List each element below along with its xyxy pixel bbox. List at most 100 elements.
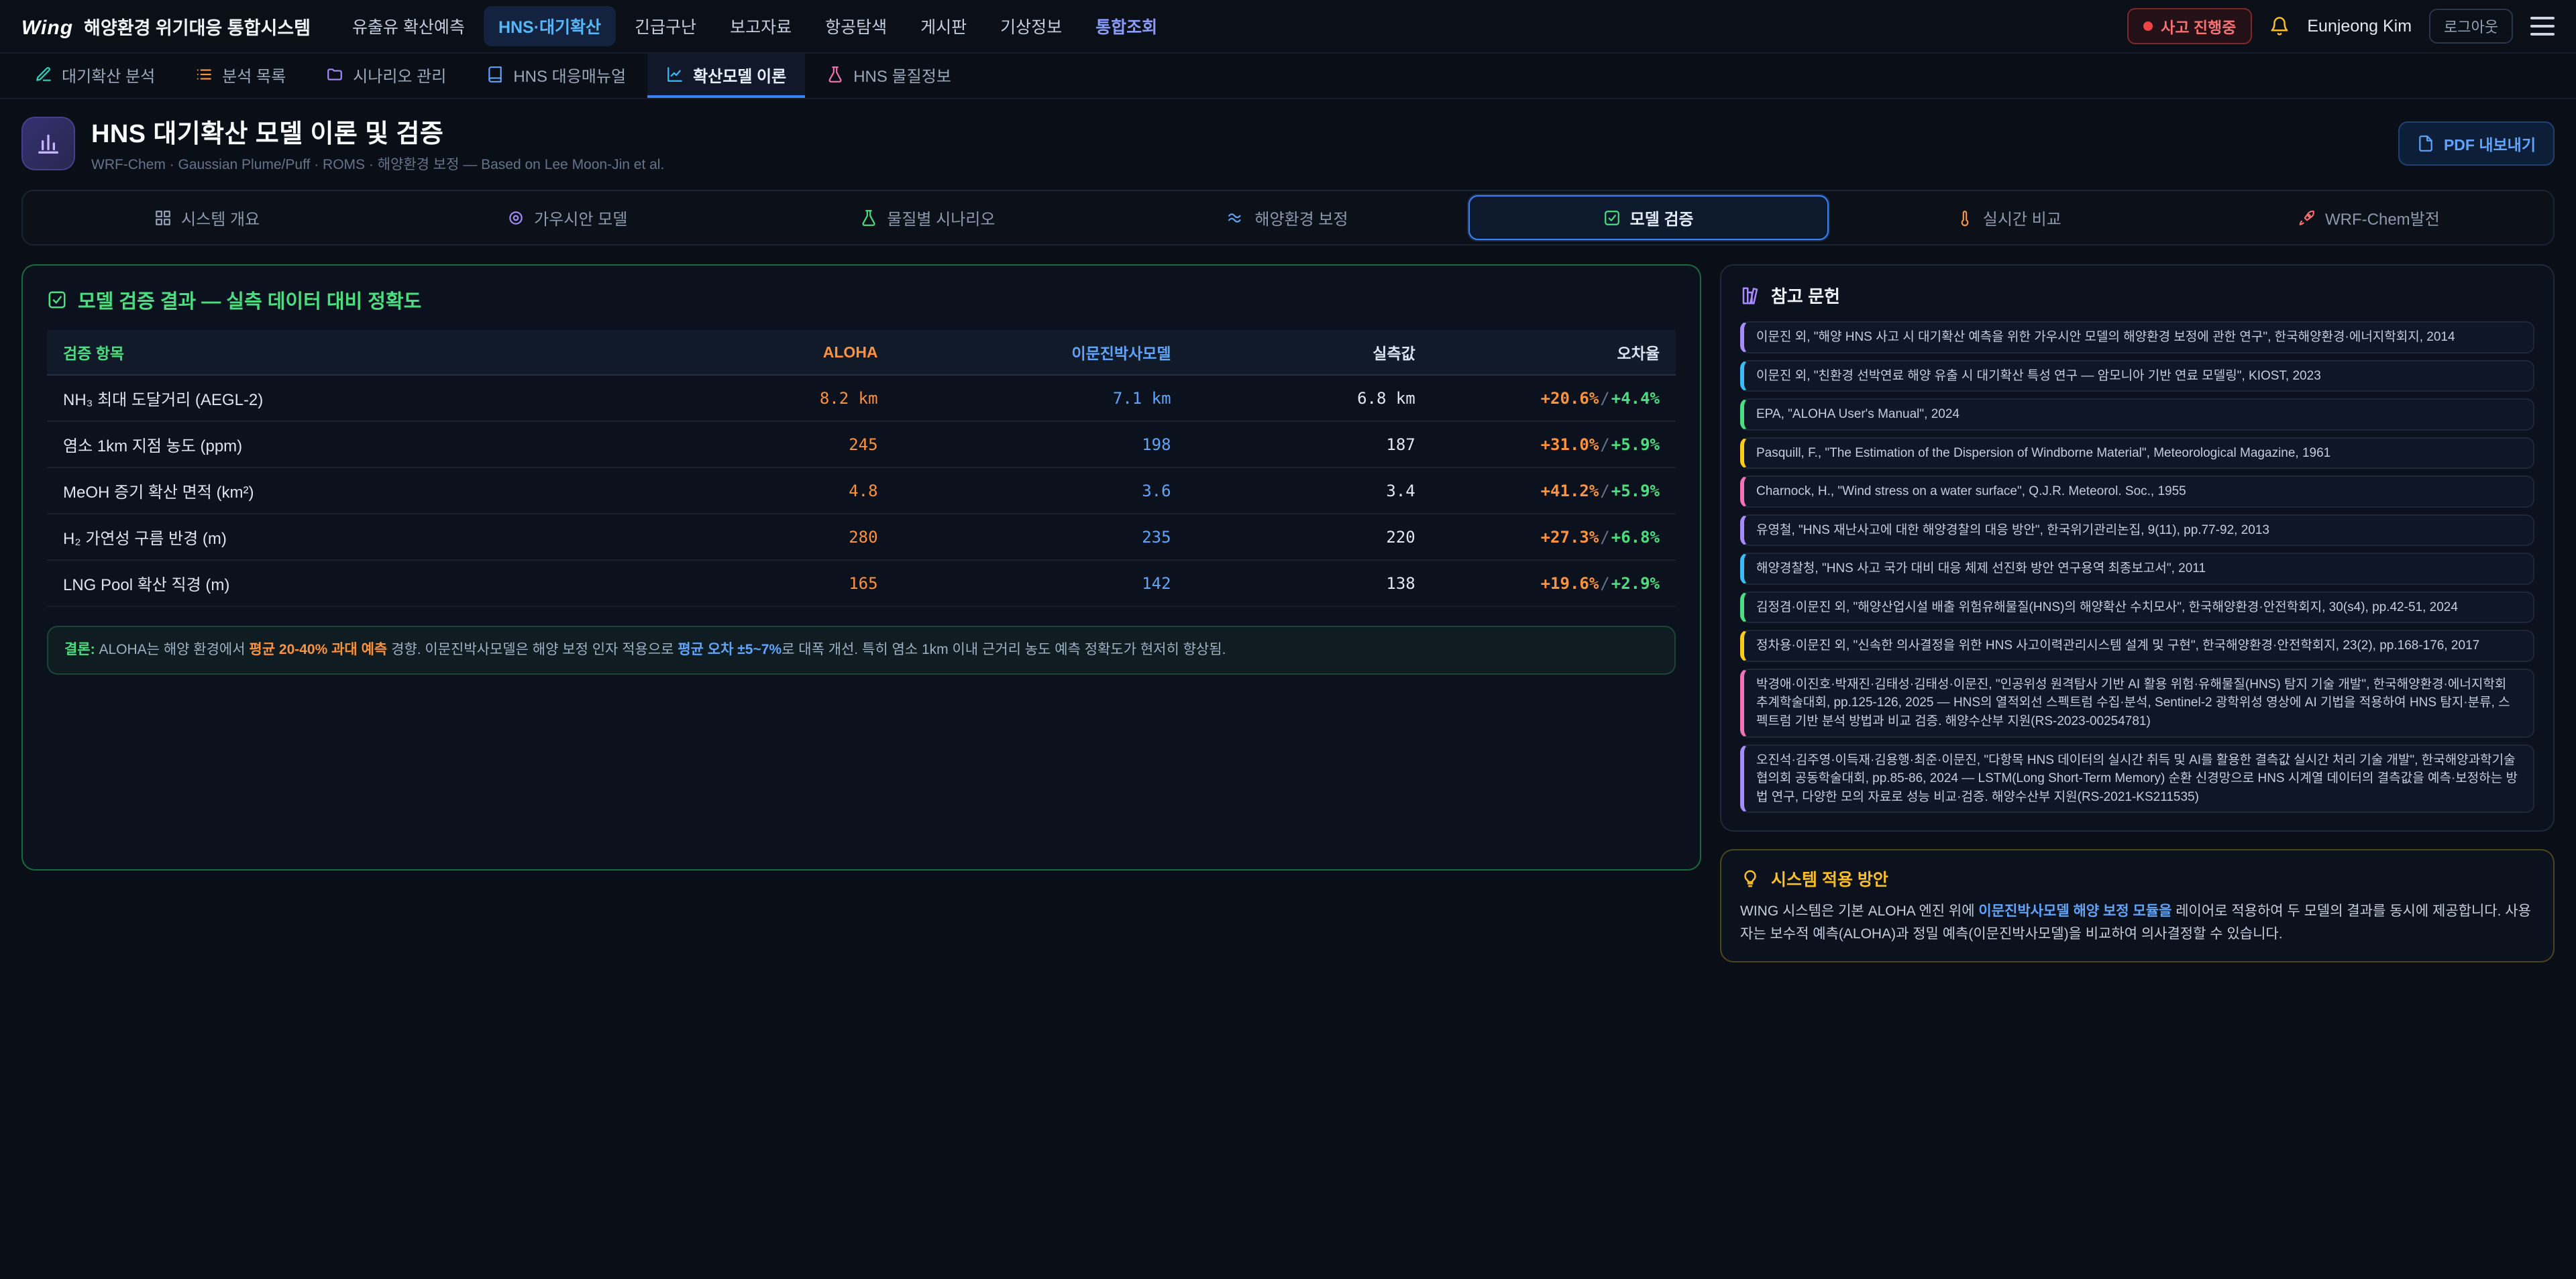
cell-aloha-value: 245 xyxy=(666,421,894,467)
highlighted-text: 이문진박사모델 해양 보정 모듈을 xyxy=(1978,903,2171,919)
cell-error-value: +20.6%/+4.4% xyxy=(1432,375,1676,421)
highlighted-text: 평균 오차 ±5~7% xyxy=(678,642,782,657)
section-tab[interactable]: 가우시안 모델 xyxy=(387,195,747,240)
pdf-export-button[interactable]: PDF 내보내기 xyxy=(2398,121,2555,166)
reference-item: 오진석·김주영·이득재·김용행·최준·이문진, "다항목 HNS 데이터의 실시… xyxy=(1740,744,2534,814)
reference-item: Charnock, H., "Wind stress on a water su… xyxy=(1740,476,2534,508)
reference-item: EPA, "ALOHA User's Manual", 2024 xyxy=(1740,398,2534,431)
cell-aloha-value: 280 xyxy=(666,514,894,560)
books-icon xyxy=(1740,286,1760,306)
section-tab-label: 물질별 시나리오 xyxy=(887,206,995,229)
sub-nav: 대기확산 분석 분석 목록 시나리오 관리 HNS 대응매뉴얼 확산모델 이론HNS 물… xyxy=(0,54,2576,99)
cell-model-value: 198 xyxy=(894,421,1187,467)
application-title: 시스템 적용 방안 xyxy=(1771,867,1888,891)
user-name: Eunjeong Kim xyxy=(2307,17,2412,36)
subnav-tab-label: 분석 목록 xyxy=(222,63,286,87)
reference-item: 정차용·이문진 외, "신속한 의사결정을 위한 HNS 사고이력관리시스템 설… xyxy=(1740,630,2534,662)
section-tab[interactable]: WRF-Chem발전 xyxy=(2189,195,2549,240)
column-header-model: 이문진박사모델 xyxy=(894,330,1187,375)
page-header-text: HNS 대기확산 모델 이론 및 검증 WRF-Chem · Gaussian … xyxy=(91,113,664,174)
page-header-chart-icon xyxy=(21,117,75,170)
top-nav-item[interactable]: 보고자료 xyxy=(715,6,806,46)
top-nav-item[interactable]: 기상정보 xyxy=(985,6,1077,46)
section-tab-label: 시스템 개요 xyxy=(181,206,260,229)
incident-badge-label: 사고 진행중 xyxy=(2161,15,2236,38)
highlighted-text: 결론: xyxy=(64,642,95,657)
reference-item: 이문진 외, "친환경 선박연료 해양 유출 시 대기확산 특성 연구 — 암모… xyxy=(1740,360,2534,392)
cell-model-value: 3.6 xyxy=(894,467,1187,514)
pdf-export-label: PDF 내보내기 xyxy=(2444,132,2536,155)
flask-icon xyxy=(826,66,844,83)
subnav-tab-label: 대기확산 분석 xyxy=(62,63,155,87)
subnav-tab[interactable]: HNS 물질정보 xyxy=(808,54,970,98)
top-nav-item[interactable]: 유출유 확산예측 xyxy=(337,6,480,46)
top-nav-item[interactable]: 항공탐색 xyxy=(810,6,902,46)
table-header-row: 검증 항목 ALOHA 이문진박사모델 실측값 오차율 xyxy=(47,330,1676,375)
cell-measured-value: 6.8 km xyxy=(1187,375,1432,421)
subnav-tab[interactable]: HNS 대응매뉴얼 xyxy=(468,54,645,98)
section-tab[interactable]: 물질별 시나리오 xyxy=(747,195,1108,240)
folder-icon xyxy=(326,66,343,83)
text: 로 대폭 개선. 특히 염소 1km 이내 근거리 농도 예측 정확도가 현저히… xyxy=(782,642,1226,657)
subnav-tab-label: HNS 대응매뉴얼 xyxy=(513,63,626,87)
section-tab[interactable]: 실시간 비교 xyxy=(1829,195,2189,240)
main-content: 모델 검증 결과 — 실측 데이터 대비 정확도 검증 항목 ALOHA 이문진… xyxy=(0,264,2576,962)
section-tab[interactable]: 모델 검증 xyxy=(1468,195,1829,240)
cell-measured-value: 3.4 xyxy=(1187,467,1432,514)
reference-item: Pasquill, F., "The Estimation of the Dis… xyxy=(1740,437,2534,469)
file-icon xyxy=(2417,135,2434,152)
notification-bell-icon[interactable] xyxy=(2269,16,2290,36)
top-nav-item[interactable]: 통합조회 xyxy=(1081,6,1172,46)
cell-item: 염소 1km 지점 농도 (ppm) xyxy=(47,421,666,467)
column-header-error: 오차율 xyxy=(1432,330,1676,375)
model-validation-panel: 모델 검증 결과 — 실측 데이터 대비 정확도 검증 항목 ALOHA 이문진… xyxy=(21,264,1701,871)
conclusion-note: 결론: ALOHA는 해양 환경에서 평균 20-40% 과대 예측 경향. 이… xyxy=(47,626,1676,675)
subnav-tab[interactable]: 시나리오 관리 xyxy=(307,54,465,98)
validation-title: 모델 검증 결과 — 실측 데이터 대비 정확도 xyxy=(78,286,421,314)
cell-item: LNG Pool 확산 직경 (m) xyxy=(47,560,666,606)
logout-button[interactable]: 로그아웃 xyxy=(2429,9,2513,44)
validation-title-row: 모델 검증 결과 — 실측 데이터 대비 정확도 xyxy=(47,286,1676,314)
top-bar-right: 사고 진행중 Eunjeong Kim 로그아웃 xyxy=(2127,8,2555,44)
section-tab[interactable]: 시스템 개요 xyxy=(27,195,387,240)
brand[interactable]: Wing 해양환경 위기대응 통합시스템 xyxy=(21,13,311,40)
app-logo: Wing xyxy=(21,17,73,40)
section-tab[interactable]: 해양환경 보정 xyxy=(1108,195,1468,240)
application-text: WING 시스템은 기본 ALOHA 엔진 위에 이문진박사모델 해양 보정 모… xyxy=(1740,900,2534,945)
subnav-tab[interactable]: 확산모델 이론 xyxy=(647,54,805,98)
references-panel: 참고 문헌 이문진 외, "해양 HNS 사고 시 대기확산 예측을 위한 가우… xyxy=(1720,264,2555,832)
system-application-panel: 시스템 적용 방안 WING 시스템은 기본 ALOHA 엔진 위에 이문진박사… xyxy=(1720,849,2555,962)
application-title-row: 시스템 적용 방안 xyxy=(1740,867,2534,891)
cell-item: H₂ 가연성 구름 반경 (m) xyxy=(47,514,666,560)
book-icon xyxy=(486,66,504,83)
top-nav-item[interactable]: 긴급구난 xyxy=(620,6,711,46)
cell-error-value: +27.3%/+6.8% xyxy=(1432,514,1676,560)
subnav-tab[interactable]: 분석 목록 xyxy=(176,54,305,98)
rocket-icon xyxy=(2298,209,2316,227)
check-square-icon xyxy=(47,290,67,310)
check-square-icon xyxy=(1603,209,1621,227)
menu-icon[interactable] xyxy=(2530,17,2555,36)
page-title: HNS 대기확산 모델 이론 및 검증 xyxy=(91,113,664,150)
column-header-aloha: ALOHA xyxy=(666,330,894,375)
cell-model-value: 142 xyxy=(894,560,1187,606)
right-column: 참고 문헌 이문진 외, "해양 HNS 사고 시 대기확산 예측을 위한 가우… xyxy=(1720,264,2555,962)
section-tab-label: 해양환경 보정 xyxy=(1254,206,1348,229)
section-tabs: 시스템 개요 가우시안 모델 물질별 시나리오 해양환경 보정 모델 검증실시간 비교W… xyxy=(21,190,2555,245)
incident-status-badge[interactable]: 사고 진행중 xyxy=(2127,8,2252,44)
cell-model-value: 7.1 km xyxy=(894,375,1187,421)
top-nav-item[interactable]: HNS·대기확산 xyxy=(484,6,616,46)
grid-icon xyxy=(154,209,172,227)
page-header: HNS 대기확산 모델 이론 및 검증 WRF-Chem · Gaussian … xyxy=(0,99,2576,187)
cell-error-value: +19.6%/+2.9% xyxy=(1432,560,1676,606)
text: WING 시스템은 기본 ALOHA 엔진 위에 xyxy=(1740,903,1978,919)
table-row: LNG Pool 확산 직경 (m)165142138+19.6%/+2.9% xyxy=(47,560,1676,606)
references-title-row: 참고 문헌 xyxy=(1740,283,2534,308)
chart-line-icon xyxy=(666,66,684,83)
cell-aloha-value: 4.8 xyxy=(666,467,894,514)
donut-icon xyxy=(507,209,525,227)
top-nav-item[interactable]: 게시판 xyxy=(906,6,981,46)
brand-title: 해양환경 위기대응 통합시스템 xyxy=(84,13,311,40)
subnav-tab[interactable]: 대기확산 분석 xyxy=(16,54,174,98)
table-row: MeOH 증기 확산 면적 (km²)4.83.63.4+41.2%/+5.9% xyxy=(47,467,1676,514)
